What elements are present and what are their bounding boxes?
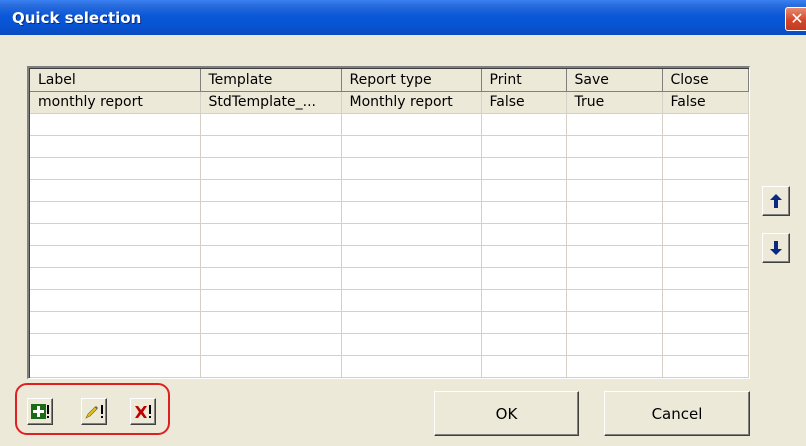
empty-row[interactable]: [30, 267, 749, 290]
empty-row[interactable]: [30, 157, 749, 180]
edit-row-button[interactable]: [81, 398, 107, 425]
cell-save[interactable]: True: [566, 91, 663, 114]
empty-row[interactable]: [30, 223, 749, 246]
empty-row[interactable]: [30, 245, 749, 268]
arrow-up-icon: [770, 194, 782, 208]
empty-row[interactable]: [30, 179, 749, 202]
empty-row[interactable]: [30, 333, 749, 356]
move-down-button[interactable]: [762, 233, 790, 263]
move-up-button[interactable]: [762, 186, 790, 216]
empty-row[interactable]: [30, 289, 749, 312]
cell-print[interactable]: False: [481, 91, 567, 114]
column-header-label[interactable]: Label: [30, 69, 201, 92]
cancel-button[interactable]: Cancel: [604, 391, 750, 436]
cell-close[interactable]: False: [662, 91, 749, 114]
edit-icon: [85, 404, 103, 419]
table-row[interactable]: monthly report StdTemplate_... Monthly r…: [30, 91, 749, 114]
column-header-close[interactable]: Close: [662, 69, 749, 92]
empty-row[interactable]: [30, 113, 749, 136]
add-icon: [31, 403, 49, 419]
table-header-row: Label Template Report type Print Save Cl…: [30, 69, 749, 92]
title-bar[interactable]: Quick selection ✕: [0, 0, 806, 35]
window-title: Quick selection: [12, 9, 142, 27]
column-header-report-type[interactable]: Report type: [341, 69, 482, 92]
empty-row[interactable]: [30, 135, 749, 158]
cell-label[interactable]: monthly report: [30, 91, 201, 114]
add-row-button[interactable]: [27, 398, 53, 425]
empty-row[interactable]: [30, 311, 749, 334]
arrow-down-icon: [770, 241, 782, 255]
ok-button[interactable]: OK: [434, 391, 579, 436]
column-header-print[interactable]: Print: [481, 69, 567, 92]
selection-table: Label Template Report type Print Save Cl…: [30, 69, 749, 378]
delete-row-button[interactable]: [130, 398, 156, 425]
delete-icon: [135, 404, 151, 418]
cell-template[interactable]: StdTemplate_...: [200, 91, 342, 114]
cell-report-type[interactable]: Monthly report: [341, 91, 482, 114]
column-header-save[interactable]: Save: [566, 69, 663, 92]
column-header-template[interactable]: Template: [200, 69, 342, 92]
empty-row[interactable]: [30, 201, 749, 224]
quick-selection-grid[interactable]: Label Template Report type Print Save Cl…: [27, 66, 750, 379]
close-icon: ✕: [790, 9, 804, 28]
close-button[interactable]: ✕: [785, 7, 806, 31]
empty-row[interactable]: [30, 355, 749, 378]
